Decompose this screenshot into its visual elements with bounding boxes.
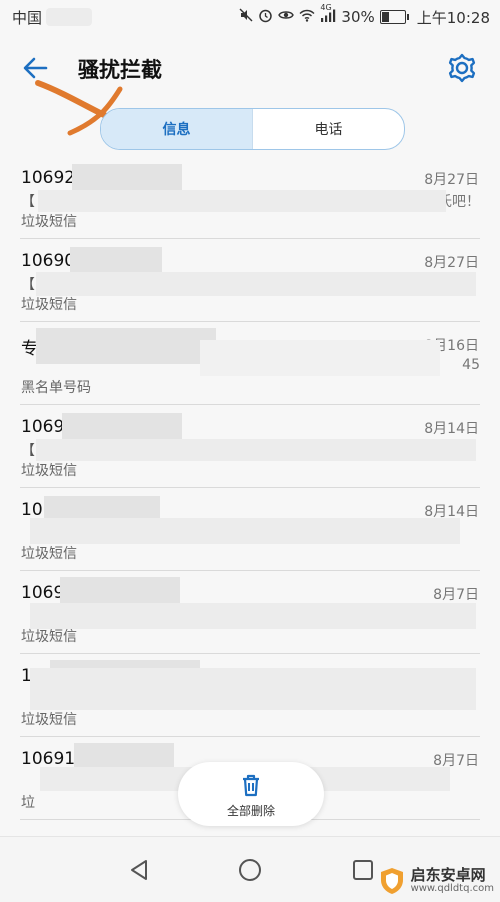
redaction-mosaic — [74, 743, 174, 779]
carrier-redaction — [46, 8, 93, 26]
network-type-label: 4G — [320, 2, 332, 12]
settings-button[interactable] — [442, 48, 482, 88]
date: 8月27日 — [424, 172, 479, 188]
status-bar: 中国 4G 30% 上午10:28 — [0, 0, 500, 34]
category-label: 垃圾短信 — [21, 629, 77, 645]
list-item[interactable]: 10 8月14日 垃圾短信 — [0, 488, 500, 571]
shield-logo-icon — [380, 868, 403, 894]
date: 8月14日 — [424, 421, 479, 437]
redaction-mosaic — [72, 164, 182, 198]
arrow-left-icon — [23, 57, 48, 79]
gear-icon — [448, 53, 476, 83]
tab-switcher: 信息 电话 — [100, 108, 405, 150]
status-right: 4G 30% 上午10:28 — [239, 3, 500, 28]
date: 8月7日 — [433, 587, 479, 603]
list-item[interactable]: 专 8月16日 45 黑名单号码 — [0, 322, 500, 405]
snippet: 【 — [21, 277, 35, 293]
sender: 10 — [21, 500, 43, 520]
sender: 1069 — [21, 583, 65, 603]
watermark-url: www.qdldtq.com — [410, 882, 494, 894]
date: 8月7日 — [433, 753, 479, 769]
sender: 10692 — [21, 168, 76, 188]
sender: 106910 — [21, 749, 86, 769]
battery-fill — [381, 12, 389, 22]
redaction-mosaic — [200, 340, 440, 376]
redaction-mosaic — [36, 328, 216, 364]
snippet: 【 — [21, 194, 35, 210]
watermark-title: 启东安卓网 — [410, 865, 486, 884]
tab-calls[interactable]: 电话 — [252, 109, 404, 149]
redaction-mosaic — [38, 190, 446, 212]
date: 8月27日 — [424, 255, 479, 271]
carrier-label: 中国 — [12, 8, 43, 27]
category-label: 垃圾短信 — [21, 463, 77, 479]
list-item[interactable]: 106 垃圾短信 — [0, 654, 500, 737]
redaction-mosaic — [36, 439, 476, 461]
redaction-mosaic — [60, 577, 180, 613]
eye-icon — [278, 9, 295, 25]
battery-percent: 30% — [341, 8, 375, 26]
redaction-mosaic — [50, 660, 200, 700]
list-item[interactable]: 1069 8月7日 垃圾短信 — [0, 571, 500, 654]
redaction-mosaic — [36, 272, 476, 296]
alarm-icon — [258, 8, 273, 27]
snippet-tail: 45 — [462, 357, 480, 373]
app-bar: 骚扰拦截 — [0, 36, 500, 98]
redaction-mosaic — [30, 603, 476, 629]
redaction-mosaic — [62, 413, 182, 449]
tab-messages[interactable]: 信息 — [101, 109, 252, 149]
redaction-mosaic — [30, 518, 460, 544]
blocked-message-list: 10692 8月27日 【 氏吧！ 垃圾短信 10690 8月27日 【 垃圾短… — [0, 156, 500, 820]
delete-all-button[interactable]: 全部删除 — [178, 762, 324, 826]
redaction-mosaic — [30, 668, 476, 710]
wifi-icon — [299, 9, 315, 26]
category-label: 垃 — [21, 795, 35, 811]
back-button[interactable] — [16, 48, 56, 88]
status-left: 中国 — [0, 7, 93, 28]
category-label: 垃圾短信 — [21, 214, 77, 230]
redaction-mosaic — [44, 496, 160, 532]
list-item[interactable]: 1069 8月14日 【 垃圾短信 — [0, 405, 500, 488]
snippet: 【 — [21, 443, 35, 459]
mute-icon — [239, 8, 253, 26]
clock-label: 上午10:28 — [416, 8, 490, 27]
triangle-back-icon[interactable] — [124, 855, 154, 885]
sender: 106 — [21, 666, 54, 686]
circle-home-icon[interactable] — [235, 855, 265, 885]
sender: 1069 — [21, 417, 65, 437]
page-title: 骚扰拦截 — [78, 58, 162, 82]
delete-all-label: 全部删除 — [226, 803, 275, 818]
sender: 专 — [21, 339, 38, 359]
watermark-text: 启东安卓网 www.qdldtq.com — [410, 865, 494, 894]
category-label: 黑名单号码 — [21, 380, 91, 396]
list-item[interactable]: 10692 8月27日 【 氏吧！ 垃圾短信 — [0, 156, 500, 239]
square-recents-icon[interactable] — [348, 855, 378, 885]
date: 8月16日 — [424, 338, 479, 354]
trash-icon — [243, 774, 259, 796]
signal-icon: 4G — [320, 3, 336, 26]
category-label: 垃圾短信 — [21, 712, 77, 728]
navigation-bar: 启东安卓网 www.qdldtq.com — [0, 836, 500, 902]
category-label: 垃圾短信 — [21, 297, 77, 313]
sender: 10690 — [21, 251, 76, 271]
redaction-mosaic — [70, 247, 162, 281]
watermark: 启东安卓网 www.qdldtq.com — [377, 866, 494, 896]
category-label: 垃圾短信 — [21, 546, 77, 562]
snippet-tail: 氏吧！ — [438, 194, 480, 210]
list-item[interactable]: 10690 8月27日 【 垃圾短信 — [0, 239, 500, 322]
battery-icon — [379, 10, 409, 24]
date: 8月14日 — [424, 504, 479, 520]
